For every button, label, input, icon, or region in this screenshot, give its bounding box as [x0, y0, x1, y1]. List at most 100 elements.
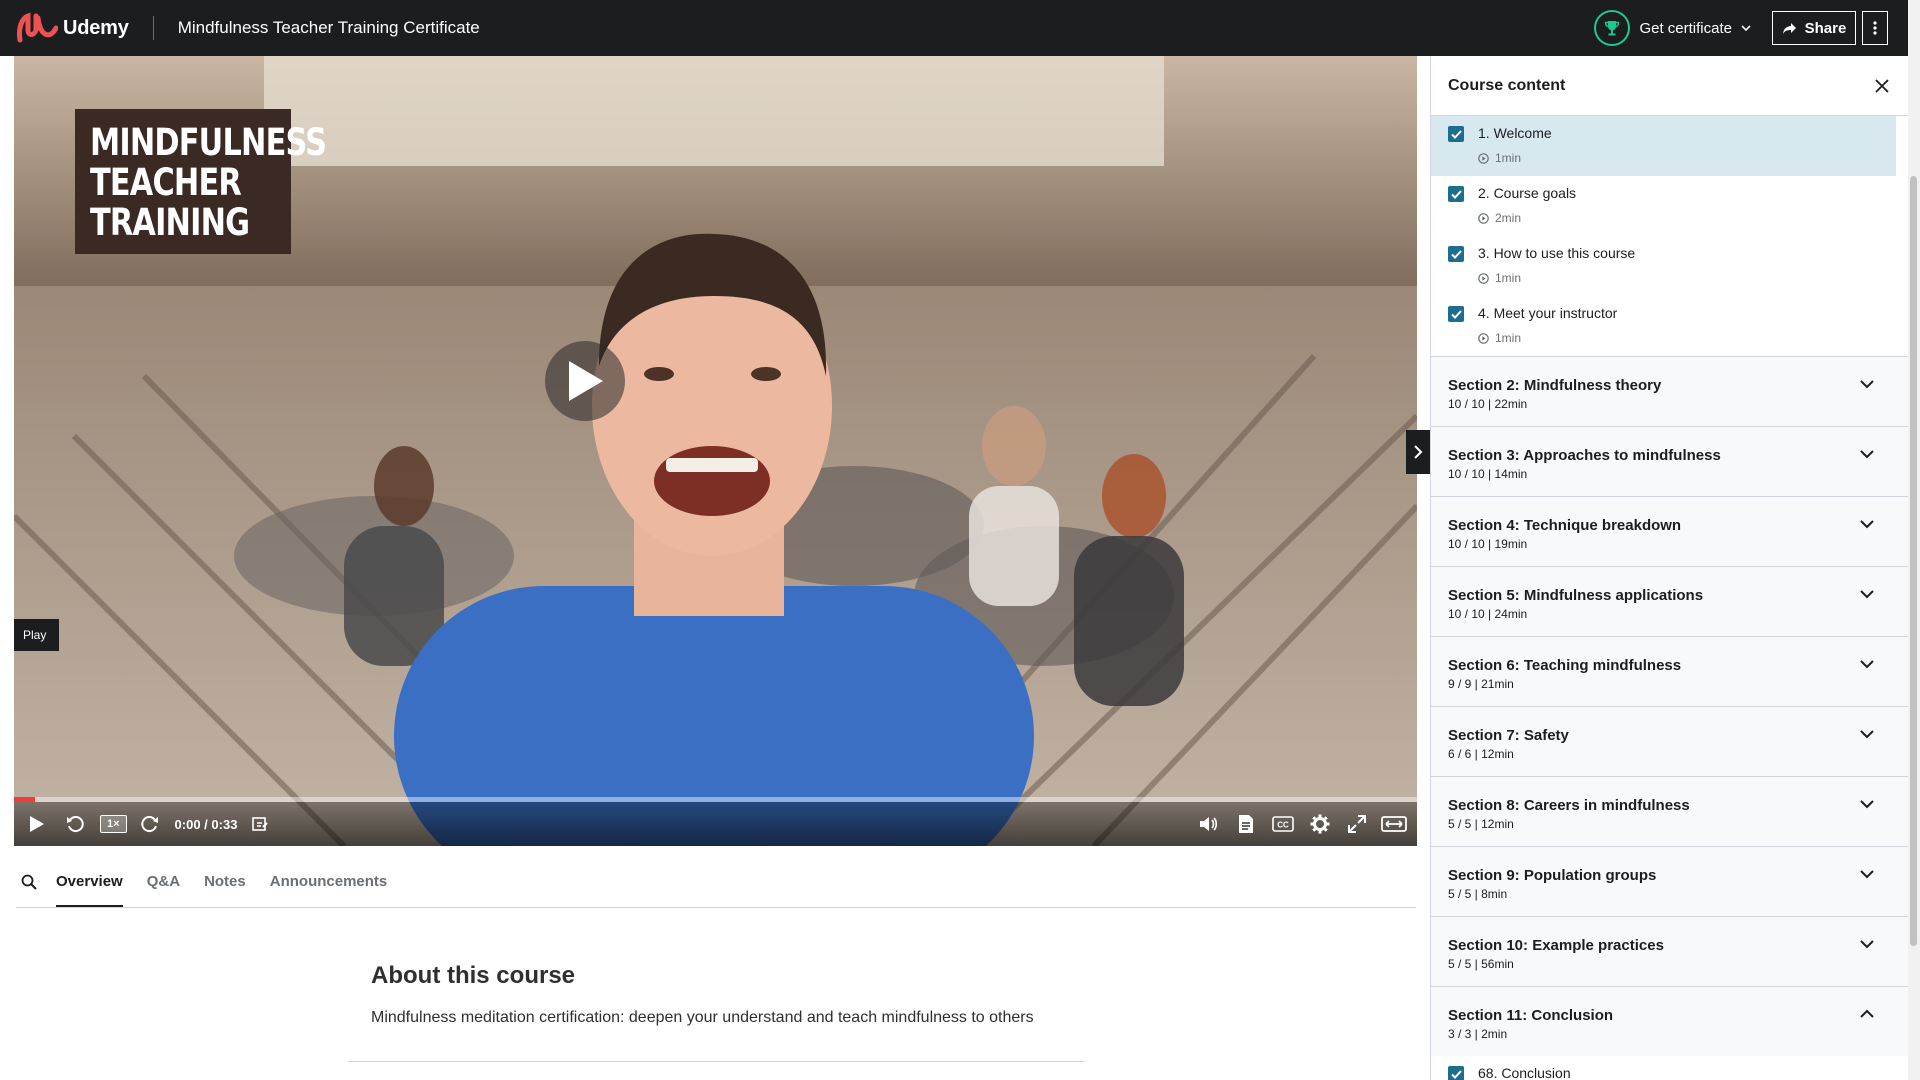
lecture-item[interactable]: 1. Welcome 1min: [1431, 116, 1896, 176]
section-title: Section 7: Safety: [1448, 727, 1569, 744]
share-button[interactable]: Share: [1772, 11, 1856, 45]
course-tabs: Overview Q&A Notes Announcements: [16, 846, 1416, 908]
section-header[interactable]: Section 6: Teaching mindfulness 9 / 9 | 2…: [1431, 636, 1908, 706]
course-content-sidebar: Course content 1. Welcome 1min 2. Course g…: [1430, 56, 1908, 1080]
volume-button[interactable]: [1194, 809, 1224, 839]
section-meta: 10 / 10 | 19min: [1448, 537, 1528, 551]
tab-notes[interactable]: Notes: [204, 857, 246, 907]
lecture-title: 68. Conclusion: [1478, 1065, 1571, 1080]
check-icon: [1450, 249, 1462, 259]
sidebar-toggle-button[interactable]: [1406, 430, 1430, 474]
captions-button[interactable]: CC: [1268, 809, 1298, 839]
get-certificate-label: Get certificate: [1639, 19, 1732, 37]
trailing-lecture-list: 68. Conclusion: [1431, 1056, 1908, 1080]
check-icon: [1450, 129, 1462, 139]
more-options-button[interactable]: [1862, 11, 1888, 45]
search-button[interactable]: [16, 857, 42, 907]
chevron-down-icon: [1860, 730, 1874, 739]
section-header[interactable]: Section 10: Example practices 5 / 5 | 56m…: [1431, 916, 1908, 986]
more-vertical-icon: [1873, 21, 1877, 35]
play-icon: [30, 816, 44, 832]
captions-icon: CC: [1272, 816, 1294, 832]
section-meta: 6 / 6 | 12min: [1448, 747, 1514, 761]
note-icon: [252, 817, 269, 831]
lecture-title: 4. Meet your instructor: [1478, 305, 1618, 321]
section-meta: 10 / 10 | 22min: [1448, 397, 1528, 411]
search-icon: [21, 874, 37, 890]
section-header[interactable]: Section 8: Careers in mindfulness 5 / 5 |…: [1431, 776, 1908, 846]
section-title: Section 5: Mindfulness applications: [1448, 587, 1704, 604]
lecture-duration: 1min: [1495, 331, 1522, 345]
playback-speed-button[interactable]: 1×: [100, 815, 127, 833]
section-header[interactable]: Section 5: Mindfulness applications 10 / …: [1431, 566, 1908, 636]
trophy-icon: [1594, 10, 1631, 46]
lecture-checkbox[interactable]: [1448, 126, 1464, 142]
fullscreen-button[interactable]: [1342, 809, 1372, 839]
get-certificate-button[interactable]: Get certificate: [1594, 10, 1752, 46]
expand-icon: [1381, 816, 1407, 832]
title-card-line-3: TRAINING: [90, 201, 250, 244]
lecture-title: 1. Welcome: [1478, 125, 1552, 141]
play-tooltip: Play: [14, 619, 60, 651]
lecture-checkbox[interactable]: [1448, 1066, 1464, 1080]
lecture-item[interactable]: 3. How to use this course 1min: [1431, 236, 1908, 296]
rewind-button[interactable]: [60, 809, 90, 839]
section-header[interactable]: Section 3: Approaches to mindfulness 10 /…: [1431, 426, 1908, 496]
chevron-up-icon: [1860, 1009, 1874, 1018]
header-divider: [152, 16, 154, 40]
section-header[interactable]: Section 11: Conclusion 3 / 3 | 2min: [1431, 986, 1908, 1056]
section-meta: 9 / 9 | 21min: [1448, 677, 1514, 691]
close-sidebar-button[interactable]: [1872, 76, 1892, 96]
section-meta: 5 / 5 | 12min: [1448, 817, 1514, 831]
rewind-icon: [67, 816, 84, 833]
play-button[interactable]: [22, 809, 52, 839]
section-title: Section 10: Example practices: [1448, 937, 1664, 954]
chevron-down-icon: [1860, 800, 1874, 809]
forward-button[interactable]: [135, 809, 165, 839]
title-card-line-2: TEACHER: [90, 161, 242, 204]
section-header[interactable]: Section 7: Safety 6 / 6 | 12min: [1431, 706, 1908, 776]
udemy-logo[interactable]: Udemy: [16, 0, 129, 56]
lecture-checkbox[interactable]: [1448, 306, 1464, 322]
lecture-item[interactable]: 4. Meet your instructor 1min: [1431, 296, 1908, 356]
lecture-item[interactable]: 68. Conclusion: [1431, 1056, 1908, 1080]
top-bar: Udemy Mindfulness Teacher Training Certi…: [0, 0, 1920, 56]
chevron-down-icon: [1860, 590, 1874, 599]
page-scrollbar[interactable]: [1908, 0, 1920, 1080]
add-note-button[interactable]: [245, 809, 275, 839]
check-icon: [1450, 189, 1462, 199]
settings-button[interactable]: [1305, 809, 1335, 839]
play-circle-icon: [1478, 152, 1489, 164]
section-header[interactable]: Section 9: Population groups 5 / 5 | 8min: [1431, 846, 1908, 916]
section-list: Section 2: Mindfulness theory 10 / 10 | 2…: [1431, 356, 1908, 1056]
gear-icon: [1310, 814, 1330, 834]
transcript-button[interactable]: [1231, 809, 1261, 839]
tab-qa[interactable]: Q&A: [147, 857, 180, 907]
forward-icon: [140, 816, 158, 833]
lecture-list: 1. Welcome 1min 2. Course goals 2min 3. How …: [1431, 116, 1908, 356]
chevron-down-icon: [1860, 450, 1874, 459]
chevron-down-icon: [1741, 25, 1751, 32]
tab-announcements[interactable]: Announcements: [270, 857, 388, 907]
expand-button[interactable]: [1379, 809, 1409, 839]
lecture-meta: 1min: [1478, 331, 1521, 345]
lecture-checkbox[interactable]: [1448, 246, 1464, 262]
video-player[interactable]: MINDFULNESS TEACHER TRAINING Play 1× 0:0…: [14, 56, 1417, 846]
close-icon: [1875, 79, 1889, 93]
course-title[interactable]: Mindfulness Teacher Training Certificate: [178, 18, 480, 38]
section-meta: 10 / 10 | 24min: [1448, 607, 1528, 621]
section-header[interactable]: Section 2: Mindfulness theory 10 / 10 | 2…: [1431, 356, 1908, 426]
section-header[interactable]: Section 4: Technique breakdown 10 / 10 | …: [1431, 496, 1908, 566]
play-circle-icon: [1478, 212, 1489, 224]
lecture-duration: 1min: [1495, 151, 1522, 165]
lecture-meta: 1min: [1478, 151, 1521, 165]
page-scrollbar-thumb[interactable]: [1910, 176, 1917, 946]
transcript-icon: [1239, 815, 1253, 833]
sidebar-title: Course content: [1448, 76, 1566, 94]
lecture-checkbox[interactable]: [1448, 186, 1464, 202]
tab-overview[interactable]: Overview: [56, 857, 123, 907]
lecture-meta: 2min: [1478, 211, 1521, 225]
lecture-title: 2. Course goals: [1478, 185, 1577, 201]
big-play-button[interactable]: [545, 341, 625, 421]
lecture-item[interactable]: 2. Course goals 2min: [1431, 176, 1908, 236]
